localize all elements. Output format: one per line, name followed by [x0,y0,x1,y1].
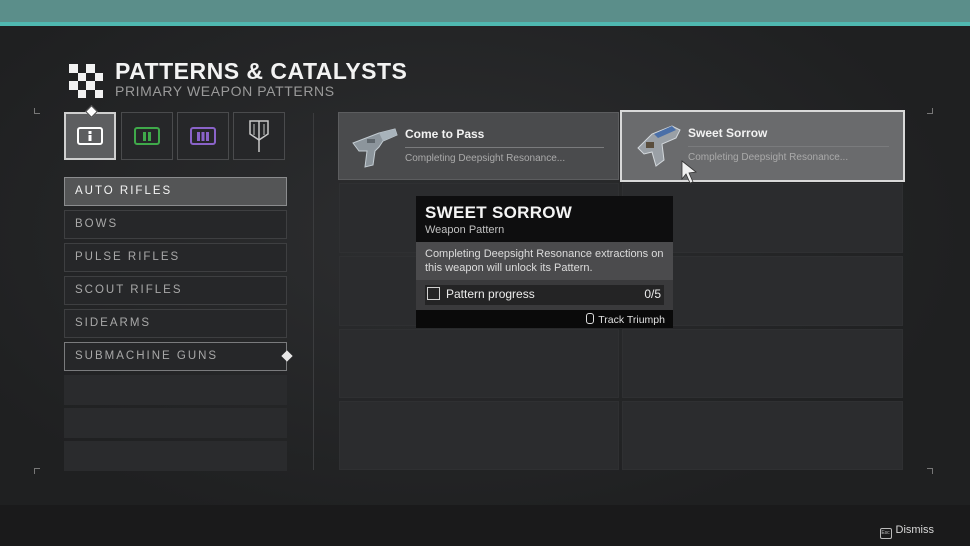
weapon-thumbnail [637,125,681,167]
tooltip-description: Completing Deepsight Resonance extractio… [425,248,664,274]
pattern-desc: Completing Deepsight Resonance... [688,152,849,163]
category-primary-button[interactable] [64,112,116,160]
dismiss-button[interactable]: Esc Dismiss [879,524,935,539]
empty-pattern-slot [339,329,619,398]
footer-bar [0,505,970,546]
empty-pattern-slot [622,329,903,398]
tooltip-footer: Track Triumph [416,310,673,328]
weapon-thumbnail [352,128,398,168]
empty-slot [64,441,287,471]
pattern-tooltip: SWEET SORROW Weapon Pattern Completing D… [416,196,673,328]
empty-slot [64,375,287,405]
weapon-type-pulse-rifles[interactable]: PULSE RIFLES [64,243,287,272]
page-title: PATTERNS & CATALYSTS [115,58,408,84]
category-catalyst-button[interactable] [233,112,285,160]
tooltip-type: Weapon Pattern [425,224,505,236]
special-ammo-icon [134,127,160,145]
tooltip-title: SWEET SORROW [425,203,573,222]
pattern-desc: Completing Deepsight Resonance... [405,153,566,164]
empty-pattern-slot [622,401,903,470]
empty-pattern-slot [339,401,619,470]
corner-bracket [927,468,933,474]
catalyst-icon [249,120,269,152]
corner-bracket [927,108,933,114]
corner-bracket [34,468,40,474]
pattern-card-come-to-pass[interactable]: Come to Pass Completing Deepsight Resona… [338,112,619,180]
heavy-ammo-icon [190,127,216,145]
esc-key-icon: Esc [879,528,892,539]
weapon-type-submachine-guns[interactable]: SUBMACHINE GUNS [64,342,287,371]
category-heavy-button[interactable] [177,112,229,160]
weapon-type-auto-rifles[interactable]: AUTO RIFLES [64,177,287,206]
divider [688,146,889,147]
weapon-type-sidearms[interactable]: SIDEARMS [64,309,287,338]
objective-bar: Pattern progress 0/5 [425,285,664,305]
mouse-icon [586,313,595,324]
objective-value: 0/5 [644,287,661,301]
empty-slot [64,408,287,438]
tooltip-objective: Pattern progress 0/5 [416,280,673,310]
pattern-name: Come to Pass [405,127,485,141]
dismiss-label: Dismiss [895,524,935,536]
cursor-icon [681,160,697,184]
tooltip-header: SWEET SORROW Weapon Pattern [416,196,673,242]
track-triumph-label: Track Triumph [598,314,665,326]
divider [405,147,604,148]
checker-icon [69,64,103,98]
pattern-card-sweet-sorrow[interactable]: Sweet Sorrow Completing Deepsight Resona… [620,110,905,182]
column-divider [313,113,314,470]
weapon-type-bows[interactable]: BOWS [64,210,287,239]
pattern-name: Sweet Sorrow [688,126,768,140]
tooltip-body: Completing Deepsight Resonance extractio… [416,242,673,280]
page-subtitle: PRIMARY WEAPON PATTERNS [115,83,335,99]
primary-ammo-icon [77,127,103,145]
weapon-type-scout-rifles[interactable]: SCOUT RIFLES [64,276,287,305]
top-bar [0,0,970,22]
corner-bracket [34,108,40,114]
checkbox-icon [427,287,440,300]
track-triumph-action[interactable]: Track Triumph [586,313,665,326]
objective-label: Pattern progress [446,287,535,301]
category-special-button[interactable] [121,112,173,160]
